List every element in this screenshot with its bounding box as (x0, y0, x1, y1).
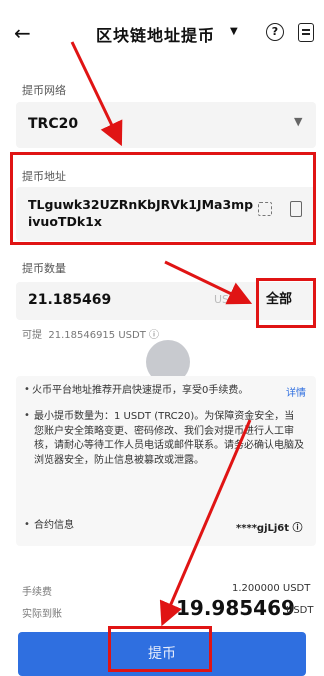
arrow-to-all (164, 260, 253, 305)
arrow-to-submit (159, 419, 252, 627)
arrow-to-address (70, 41, 123, 147)
annotation-arrows (70, 41, 253, 627)
